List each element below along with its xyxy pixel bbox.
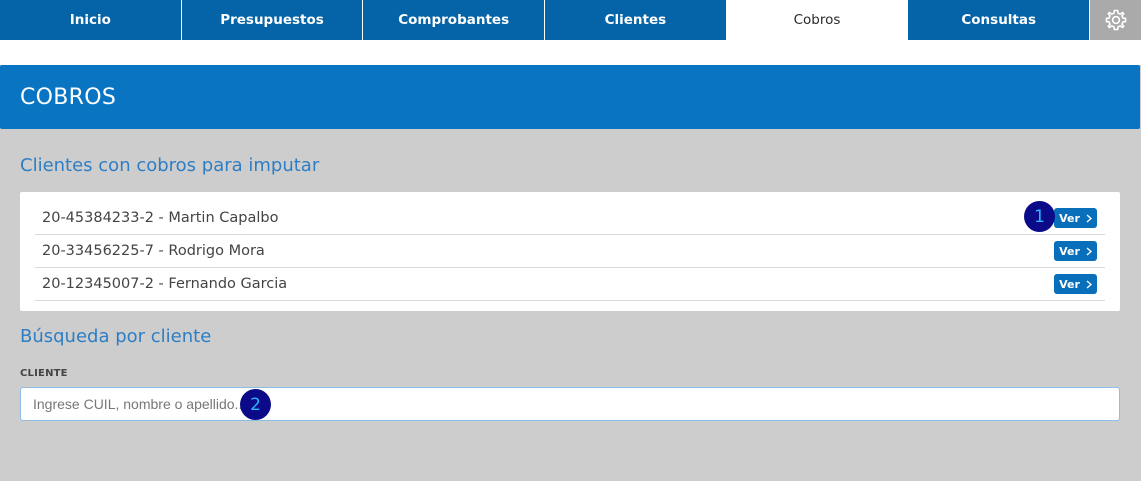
tab-consultas[interactable]: Consultas — [908, 0, 1091, 40]
client-label: 20-12345007-2 - Fernando Garcia — [42, 276, 288, 292]
list-item: 20-45384233-2 - Martin Capalbo Ver — [35, 202, 1105, 235]
top-navigation: Inicio Presupuestos Comprobantes Cliente… — [0, 0, 1141, 40]
pending-section-title: Clientes con cobros para imputar — [20, 155, 320, 176]
chevron-right-icon — [1086, 213, 1092, 223]
settings-button[interactable] — [1090, 0, 1141, 40]
nav-spacer — [0, 40, 1141, 65]
client-search-input[interactable] — [20, 387, 1120, 421]
tab-presupuestos[interactable]: Presupuestos — [181, 0, 364, 40]
search-section-title: Búsqueda por cliente — [20, 326, 212, 347]
client-label: 20-45384233-2 - Martin Capalbo — [42, 210, 279, 226]
annotation-marker-2: 2 — [240, 389, 271, 420]
chevron-right-icon — [1086, 279, 1092, 289]
tab-clientes[interactable]: Clientes — [545, 0, 727, 40]
ver-button[interactable]: Ver — [1054, 208, 1097, 228]
gear-icon — [1105, 9, 1126, 31]
page-header: COBROS — [0, 65, 1140, 129]
list-item: 20-33456225-7 - Rodrigo Mora Ver — [35, 235, 1105, 268]
chevron-right-icon — [1086, 246, 1092, 256]
list-item: 20-12345007-2 - Fernando Garcia Ver — [35, 268, 1105, 301]
tab-cobros[interactable]: Cobros — [726, 0, 909, 40]
ver-button[interactable]: Ver — [1054, 241, 1097, 261]
annotation-marker-1: 1 — [1024, 201, 1055, 232]
tab-inicio[interactable]: Inicio — [0, 0, 182, 40]
cliente-field-label: CLIENTE — [20, 368, 68, 379]
client-label: 20-33456225-7 - Rodrigo Mora — [42, 243, 265, 259]
pending-clients-list: 20-45384233-2 - Martin Capalbo Ver 20-33… — [20, 192, 1120, 311]
ver-button[interactable]: Ver — [1054, 274, 1097, 294]
page-title: COBROS — [20, 84, 117, 110]
tab-comprobantes[interactable]: Comprobantes — [363, 0, 546, 40]
